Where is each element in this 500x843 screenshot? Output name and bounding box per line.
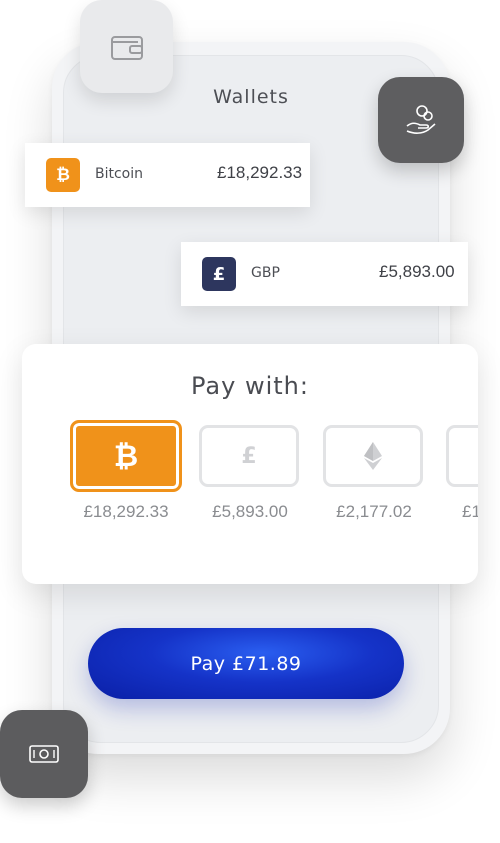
bitcoin-icon: ₿ xyxy=(46,158,80,192)
wallet-button[interactable] xyxy=(80,0,173,93)
pound-icon: £ xyxy=(202,257,236,291)
cash-button[interactable] xyxy=(0,710,88,798)
pay-button[interactable]: Pay £71.89 xyxy=(88,628,404,699)
bitcoin-icon: ₿ xyxy=(113,438,139,474)
coins-button[interactable] xyxy=(378,77,464,163)
ethereum-icon xyxy=(364,442,382,470)
cash-icon xyxy=(29,745,59,763)
option-amount: £2,177.02 xyxy=(336,502,412,521)
wallet-amount: £18,292.33 xyxy=(217,163,303,182)
pay-with-panel: Pay with: ₿ £ £18,292.33 £5,893.00 £2,17… xyxy=(22,344,478,584)
coins-hand-icon xyxy=(406,105,436,134)
wallet-icon xyxy=(110,35,143,60)
option-amount: £18,292.33 xyxy=(83,502,169,521)
wallet-card-bitcoin[interactable]: ₿ Bitcoin £18,292.33 xyxy=(25,143,310,207)
wallet-name: Bitcoin xyxy=(95,166,144,182)
wallet-amount: £5,893.00 xyxy=(379,262,455,281)
pay-option-more[interactable] xyxy=(446,425,478,487)
wallet-name: GBP xyxy=(251,265,280,281)
pay-with-title: Pay with: xyxy=(191,372,309,400)
option-amount: £5,893.00 xyxy=(212,502,288,521)
wallet-card-gbp[interactable]: £ GBP £5,893.00 xyxy=(181,242,468,306)
pay-option-gbp[interactable]: £ xyxy=(199,425,299,487)
pay-option-bitcoin[interactable]: ₿ xyxy=(70,420,182,492)
pay-option-ethereum[interactable] xyxy=(323,425,423,487)
option-amount: £18 xyxy=(462,502,478,521)
pound-icon: £ xyxy=(241,443,257,469)
